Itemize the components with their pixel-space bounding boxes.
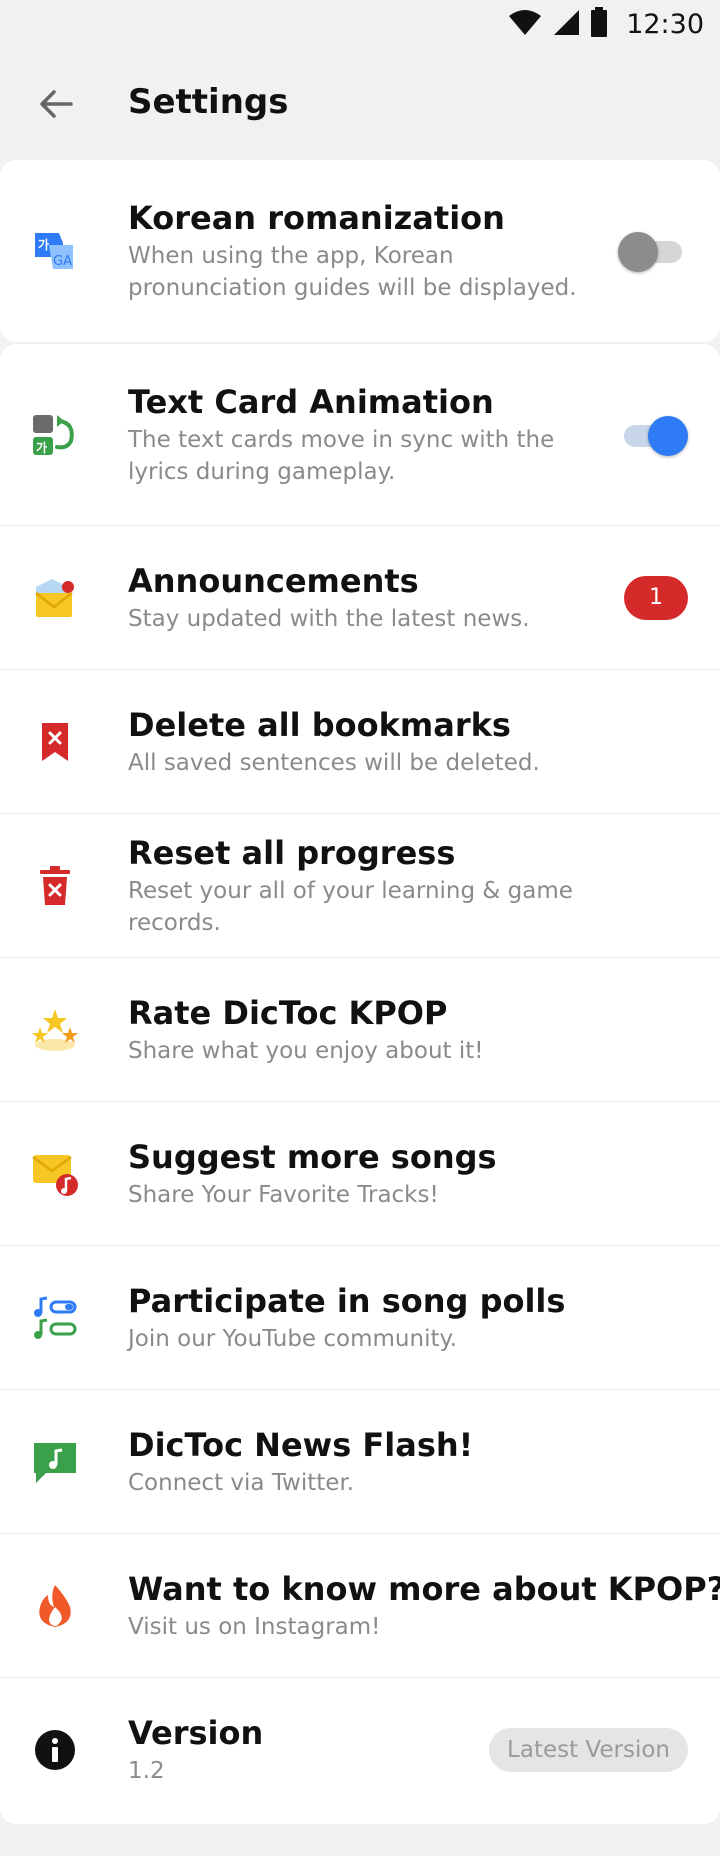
setting-subtitle: Connect via Twitter.	[128, 1469, 355, 1496]
setting-subtitle: Share what you enjoy about it!	[128, 1037, 484, 1064]
setting-subtitle: Stay updated with the latest news.	[128, 605, 530, 632]
music-poll-icon	[30, 1293, 80, 1343]
animation-toggle[interactable]	[618, 413, 688, 457]
svg-text:GA: GA	[53, 254, 72, 269]
battery-icon	[590, 7, 608, 41]
setting-title: Rate DicToc KPOP	[128, 993, 448, 1032]
status-time: 12:30	[626, 8, 704, 40]
setting-title: Korean romanization	[128, 199, 505, 237]
mail-notification-icon	[30, 573, 80, 623]
setting-title: Suggest more songs	[128, 1137, 497, 1176]
setting-row-polls[interactable]: Participate in song polls Join our YouTu…	[0, 1246, 720, 1390]
page-title: Settings	[128, 82, 289, 122]
setting-row-suggest[interactable]: Suggest more songs Share Your Favorite T…	[0, 1102, 720, 1246]
setting-subtitle: All saved sentences will be deleted.	[128, 749, 540, 776]
bookmark-delete-icon	[30, 717, 80, 767]
setting-subtitle: When using the app, Korean pronunciation…	[128, 243, 577, 301]
setting-title: Participate in song polls	[128, 1281, 566, 1320]
text-card-animation-icon: 가	[30, 410, 80, 460]
setting-title: Announcements	[128, 561, 419, 600]
setting-row-news[interactable]: DicToc News Flash! Connect via Twitter.	[0, 1390, 720, 1534]
signal-icon	[552, 8, 580, 40]
info-icon	[30, 1725, 80, 1775]
setting-subtitle: Share Your Favorite Tracks!	[128, 1181, 439, 1208]
setting-subtitle: Join our YouTube community.	[128, 1325, 458, 1352]
stars-icon	[30, 1005, 80, 1055]
setting-row-rate[interactable]: Rate DicToc KPOP Share what you enjoy ab…	[0, 958, 720, 1102]
setting-title: Text Card Animation	[128, 382, 494, 421]
romanization-card: 가 GA Korean romanization When using the …	[0, 160, 720, 342]
setting-row-version[interactable]: Version 1.2 Latest Version	[0, 1678, 720, 1822]
setting-subtitle: Reset your all of your learning & game r…	[128, 877, 573, 936]
setting-row-romanization[interactable]: 가 GA Korean romanization When using the …	[0, 160, 720, 342]
setting-row-kpop[interactable]: Want to know more about KPOP? Visit us o…	[0, 1534, 720, 1678]
setting-row-reset[interactable]: Reset all progress Reset your all of you…	[0, 814, 720, 958]
chat-music-icon	[30, 1437, 80, 1487]
setting-row-animation[interactable]: 가 Text Card Animation The text cards mov…	[0, 344, 720, 526]
svg-text:가: 가	[38, 237, 49, 252]
wifi-icon	[508, 8, 542, 40]
setting-title: Want to know more about KPOP?	[128, 1569, 720, 1608]
setting-row-announcements[interactable]: Announcements Stay updated with the late…	[0, 526, 720, 670]
back-arrow-icon	[39, 89, 73, 123]
setting-subtitle: Visit us on Instagram!	[128, 1613, 381, 1640]
svg-text:가: 가	[36, 440, 47, 455]
setting-title: Reset all progress	[128, 833, 456, 872]
announcements-badge: 1	[624, 575, 688, 620]
latest-version-pill: Latest Version	[489, 1728, 688, 1772]
setting-subtitle: The text cards move in sync with the lyr…	[128, 426, 555, 485]
fire-icon	[30, 1581, 80, 1631]
mail-music-icon	[30, 1149, 80, 1199]
app-bar: Settings	[0, 48, 720, 160]
korean-romanization-icon: 가 GA	[30, 226, 80, 276]
status-bar: 12:30	[0, 0, 720, 48]
setting-row-bookmarks[interactable]: Delete all bookmarks All saved sentences…	[0, 670, 720, 814]
back-button[interactable]	[28, 78, 84, 134]
trash-icon	[30, 861, 80, 911]
romanization-toggle[interactable]	[618, 229, 688, 273]
setting-title: DicToc News Flash!	[128, 1425, 474, 1464]
setting-title: Delete all bookmarks	[128, 705, 511, 744]
settings-list: 가 Text Card Animation The text cards mov…	[0, 344, 720, 1824]
